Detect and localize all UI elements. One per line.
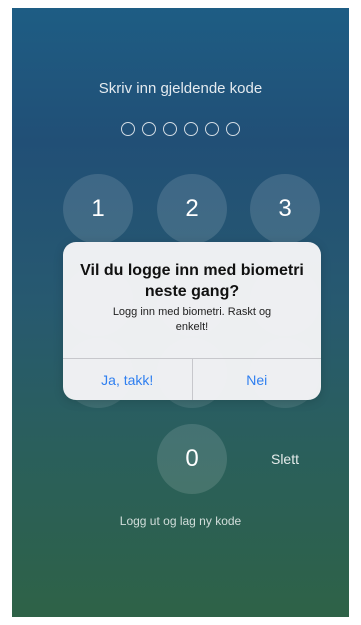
biometric-alert-dialog: Vil du logge inn med biometri neste gang… bbox=[63, 242, 321, 400]
passcode-dot bbox=[142, 122, 156, 136]
alert-message: Logg inn med biometri. Raskt og enkelt! bbox=[112, 306, 272, 333]
passcode-dot bbox=[184, 122, 198, 136]
alert-title: Vil du logge inn med biometri neste gang… bbox=[80, 262, 304, 300]
passcode-screen: Skriv inn gjeldende kode 1 2 3 0 Slett L… bbox=[12, 8, 349, 617]
passcode-dot bbox=[226, 122, 240, 136]
key-2[interactable]: 2 bbox=[157, 174, 227, 244]
key-1[interactable]: 1 bbox=[63, 174, 133, 244]
passcode-dot bbox=[205, 122, 219, 136]
alert-button-row: Ja, takk! Nei bbox=[63, 358, 321, 400]
key-0[interactable]: 0 bbox=[157, 424, 227, 494]
alert-yes-button[interactable]: Ja, takk! bbox=[63, 359, 192, 400]
logout-link[interactable]: Logg ut og lag ny kode bbox=[12, 514, 349, 528]
key-3[interactable]: 3 bbox=[250, 174, 320, 244]
alert-no-button[interactable]: Nei bbox=[193, 359, 322, 400]
passcode-dots bbox=[12, 122, 349, 136]
passcode-prompt: Skriv inn gjeldende kode bbox=[98, 80, 263, 97]
passcode-dot bbox=[121, 122, 135, 136]
passcode-dot bbox=[163, 122, 177, 136]
delete-button[interactable]: Slett bbox=[250, 444, 320, 474]
